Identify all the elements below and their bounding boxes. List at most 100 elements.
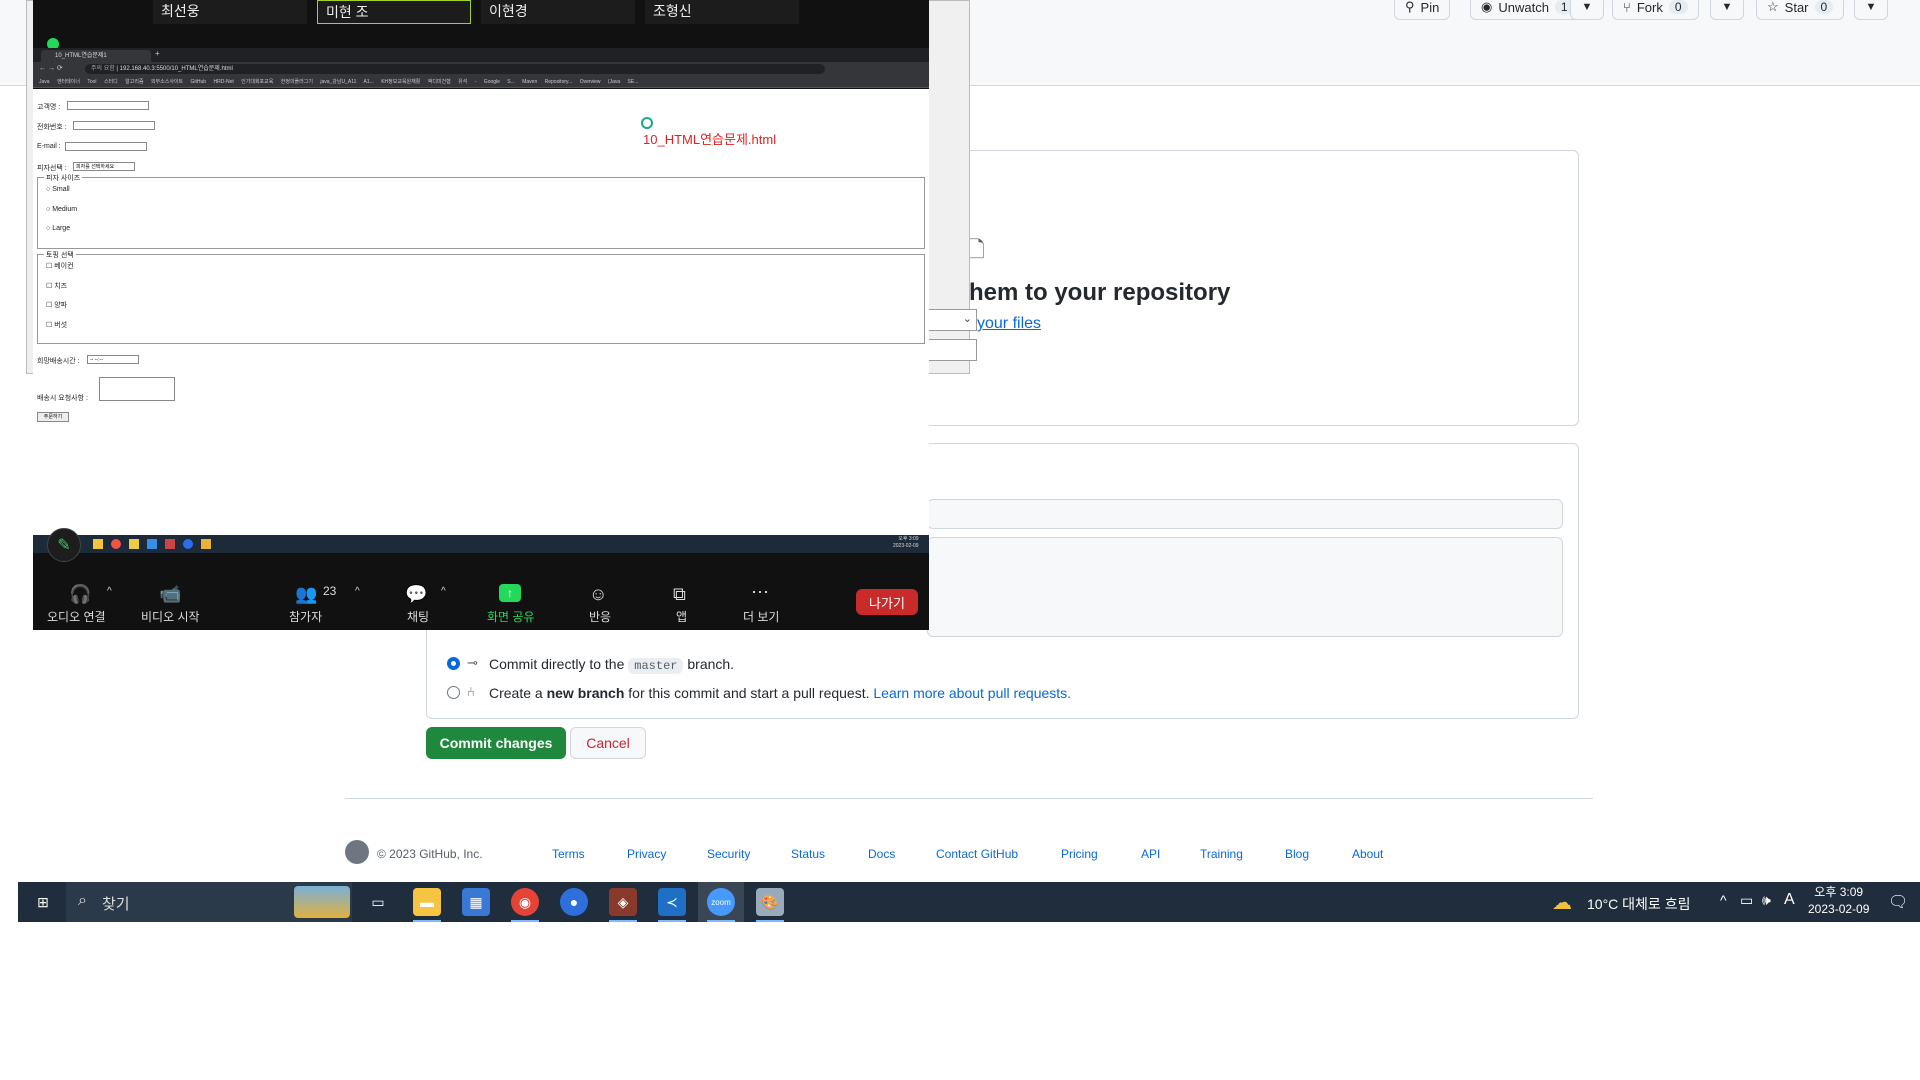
delivery-time-input[interactable]: -- --:-- [87, 355, 139, 364]
notifications-icon[interactable]: 🗨 [1888, 892, 1908, 912]
paint-icon[interactable]: 🎨 [756, 888, 784, 916]
address-input[interactable]: 주의 요함 | 192.168.40.3:5500/10_HTML연습문제.ht… [85, 64, 825, 74]
cancel-button[interactable]: Cancel [570, 727, 646, 759]
chat-icon[interactable]: 💬 [405, 584, 427, 605]
size-medium-option[interactable]: ○ Medium [46, 206, 77, 213]
commit-changes-button[interactable]: Commit changes [426, 727, 566, 759]
nav-arrows-icon[interactable]: ← → ⟳ [39, 64, 63, 72]
audio-button-label[interactable]: 오디오 연결 [47, 608, 106, 625]
app-icon [201, 539, 211, 549]
footer-link-terms[interactable]: Terms [552, 847, 585, 861]
commit-direct-radio[interactable] [447, 657, 460, 670]
chrome-icon[interactable]: ◉ [511, 888, 539, 916]
more-icon[interactable]: ⋯ [751, 582, 769, 603]
more-button-label[interactable]: 더 보기 [743, 608, 779, 625]
star-button[interactable]: ☆ Star 0 [1756, 0, 1845, 20]
participants-icon[interactable]: 👥 [295, 584, 317, 605]
footer-link-pricing[interactable]: Pricing [1061, 847, 1098, 861]
pizza-select[interactable]: 피자를 선택하세요 [73, 162, 135, 171]
request-textarea[interactable] [99, 377, 175, 401]
file-name-overlay: 10_HTML연습문제.html [643, 132, 777, 147]
topping-option-1[interactable]: ☐ 베이컨 [46, 261, 74, 271]
footer-link-training[interactable]: Training [1200, 847, 1243, 861]
vscode-icon[interactable]: ≺ [658, 888, 686, 916]
search-box[interactable]: ⌕ 찾기 [66, 882, 352, 922]
weather-text[interactable]: 10°C 대체로 흐림 [1587, 894, 1690, 914]
customer-input[interactable] [67, 101, 149, 110]
participants-caret-icon[interactable]: ^ [355, 586, 360, 597]
chat-caret-icon[interactable]: ^ [441, 586, 446, 597]
learn-more-pull-requests-link[interactable]: Learn more about pull requests. [873, 685, 1071, 701]
video-button-label[interactable]: 비디오 시작 [141, 608, 200, 625]
tray-chevron-up-icon[interactable]: ^ [1720, 892, 1727, 908]
footer-link-contact[interactable]: Contact GitHub [936, 847, 1018, 861]
customer-label: 고객명 : [37, 104, 61, 111]
file-explorer-icon[interactable]: ▬ [413, 888, 441, 916]
zoom-icon [183, 539, 193, 549]
upload-heading: hem to your repository [969, 279, 1231, 306]
participants-button-label[interactable]: 참가자 [289, 608, 322, 625]
headphones-icon[interactable]: 🎧 [69, 584, 91, 605]
volume-icon[interactable]: 🕪 [1762, 892, 1771, 909]
eclipse-icon[interactable]: ◈ [609, 888, 637, 916]
clock[interactable]: 오후 3:09 2023-02-09 [1808, 884, 1869, 918]
github-logo-icon[interactable] [345, 840, 369, 864]
fork-dropdown-button[interactable]: ▼ [1710, 0, 1744, 20]
commit-description-textarea[interactable] [927, 537, 1563, 637]
chevron-down-icon: ⌄ [962, 313, 972, 325]
leave-button[interactable]: 나가기 [856, 589, 918, 615]
ime-indicator[interactable]: A [1784, 891, 1795, 909]
email-input[interactable] [65, 142, 147, 151]
bookmarks-list[interactable]: Java 엔터테이너 Tool 스터디 알고리즘 외부소스사이트 GitHub … [39, 78, 638, 85]
footer-link-blog[interactable]: Blog [1285, 847, 1309, 861]
choose-files-link[interactable]: your files [977, 315, 1041, 333]
annotate-pencil-icon[interactable]: ✎ [47, 528, 81, 562]
reactions-button-label[interactable]: 반응 [589, 608, 611, 625]
footer-link-docs[interactable]: Docs [868, 847, 895, 861]
windows-start-icon[interactable]: ⊞ [28, 888, 58, 916]
size-small-option[interactable]: ○ Small [46, 186, 70, 193]
shared-taskbar: 오후 3:09 2023-02-09 [33, 535, 929, 553]
footer-link-security[interactable]: Security [707, 847, 750, 861]
star-dropdown-button[interactable]: ▼ [1854, 0, 1888, 20]
shared-page-content: 고객명 : 전화번호 : E-mail : 피자선택 : 피자를 선택하세요 피… [33, 89, 929, 535]
footer-link-about[interactable]: About [1352, 847, 1383, 861]
topping-option-2[interactable]: ☐ 치즈 [46, 281, 67, 291]
participant-count: 23 [323, 584, 337, 598]
fork-button[interactable]: ⑂ Fork 0 [1612, 0, 1699, 20]
footer-link-api[interactable]: API [1141, 847, 1160, 861]
phone-input[interactable] [73, 121, 155, 130]
video-off-icon[interactable]: 📹 [159, 584, 181, 605]
unwatch-button[interactable]: ◉ Unwatch 1 [1470, 0, 1585, 20]
pin-button[interactable]: ⚲ Pin [1394, 0, 1451, 20]
audio-caret-icon[interactable]: ^ [107, 586, 112, 597]
chat-button-label[interactable]: 채팅 [407, 608, 429, 625]
apps-button-label[interactable]: 앱 [676, 608, 687, 625]
topping-option-3[interactable]: ☐ 양파 [46, 300, 67, 310]
share-screen-icon[interactable]: ↑ [499, 584, 521, 602]
footer-link-privacy[interactable]: Privacy [627, 847, 666, 861]
pin-icon: ⚲ [1405, 0, 1415, 14]
clock-time: 오후 3:09 [1814, 885, 1864, 899]
size-large-option[interactable]: ○ Large [46, 225, 70, 232]
network-icon[interactable]: ▭ [1740, 892, 1753, 909]
commit-summary-input[interactable] [927, 499, 1563, 529]
unwatch-dropdown-button[interactable]: ▼ [1570, 0, 1604, 20]
store-icon[interactable]: ▦ [462, 888, 490, 916]
task-view-icon[interactable]: ▭ [364, 888, 392, 916]
phone-label: 전화번호 : [37, 124, 67, 131]
browser-tab[interactable]: 10_HTML연습문제1 [41, 50, 151, 62]
share-button-label[interactable]: 화면 공유 [487, 608, 535, 625]
new-tab-icon[interactable]: + [155, 49, 160, 58]
commit-new-branch-radio[interactable] [447, 686, 460, 699]
weather-cloud-icon[interactable]: ☁ [1552, 890, 1572, 915]
topping-option-4[interactable]: ☐ 버섯 [46, 320, 67, 330]
submit-button[interactable]: 주문하기 [37, 412, 69, 422]
fork-icon: ⑂ [1623, 0, 1631, 15]
footer-link-status[interactable]: Status [791, 847, 825, 861]
pull-request-icon: ⑃ [467, 684, 475, 699]
apps-icon[interactable]: ⧉ [673, 584, 686, 605]
reactions-icon[interactable]: ☺ [589, 584, 607, 605]
maps-icon[interactable]: ● [560, 888, 588, 916]
clock-date: 2023-02-09 [1808, 902, 1870, 916]
